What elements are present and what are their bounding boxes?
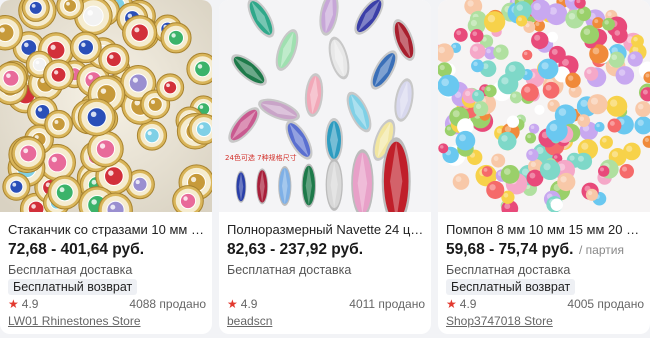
star-icon: ★ — [227, 297, 238, 311]
product-grid: Стаканчик со стразами 10 мм см... 72,68 … — [0, 0, 650, 338]
product-image[interactable]: 24色可选 7种规格尺寸 — [219, 0, 431, 212]
product-title[interactable]: Помпон 8 мм 10 мм 15 мм 20 мм ... — [446, 222, 644, 238]
product-price: 82,63 - 237,92 руб. — [227, 241, 364, 258]
sold-count: 4088 продано — [129, 297, 206, 311]
delivery-label: Бесплатная доставка — [446, 263, 571, 277]
rating: ★ 4.9 — [446, 297, 476, 312]
store-link[interactable]: LW01 Rhinestones Store — [8, 314, 141, 329]
free-return-badge: Бесплатный возврат — [8, 279, 138, 295]
product-price: 59,68 - 75,74 руб. — [446, 241, 574, 258]
delivery-label: Бесплатная доставка — [227, 263, 352, 277]
rhinestone-cups-image — [0, 0, 212, 212]
free-return-badge: Бесплатный возврат — [446, 279, 576, 295]
sold-count: 4011 продано — [349, 297, 425, 311]
rating-value: 4.9 — [240, 297, 258, 311]
store-link[interactable]: beadscn — [227, 314, 272, 329]
rating-value: 4.9 — [459, 297, 477, 311]
rating: ★ 4.9 — [227, 297, 257, 312]
product-image[interactable] — [0, 0, 212, 212]
navette-stones-image: 24色可选 7种规格尺寸 — [219, 0, 431, 212]
rating-value: 4.9 — [21, 297, 39, 311]
product-card[interactable]: Стаканчик со стразами 10 мм см... 72,68 … — [0, 0, 212, 334]
product-card[interactable]: 24色可选 7种规格尺寸 Полноразмерный Navette 24 ц… — [219, 0, 431, 334]
delivery-label: Бесплатная доставка — [8, 263, 133, 277]
rating: ★ 4.9 — [8, 297, 38, 312]
price-unit: / партия — [579, 243, 624, 257]
star-icon: ★ — [446, 297, 457, 311]
product-price: 72,68 - 401,64 руб. — [8, 241, 145, 258]
sold-count: 4005 продано — [567, 297, 644, 311]
product-card[interactable]: Помпон 8 мм 10 мм 15 мм 20 мм ... 59,68 … — [438, 0, 650, 334]
image-caption: 24色可选 7种规格尺寸 — [225, 153, 297, 162]
pompom-image — [438, 0, 650, 212]
product-title[interactable]: Полноразмерный Navette 24 цве... — [227, 222, 425, 238]
store-link[interactable]: Shop3747018 Store — [446, 314, 553, 329]
star-icon: ★ — [8, 297, 19, 311]
product-title[interactable]: Стаканчик со стразами 10 мм см... — [8, 222, 206, 238]
product-image[interactable] — [438, 0, 650, 212]
